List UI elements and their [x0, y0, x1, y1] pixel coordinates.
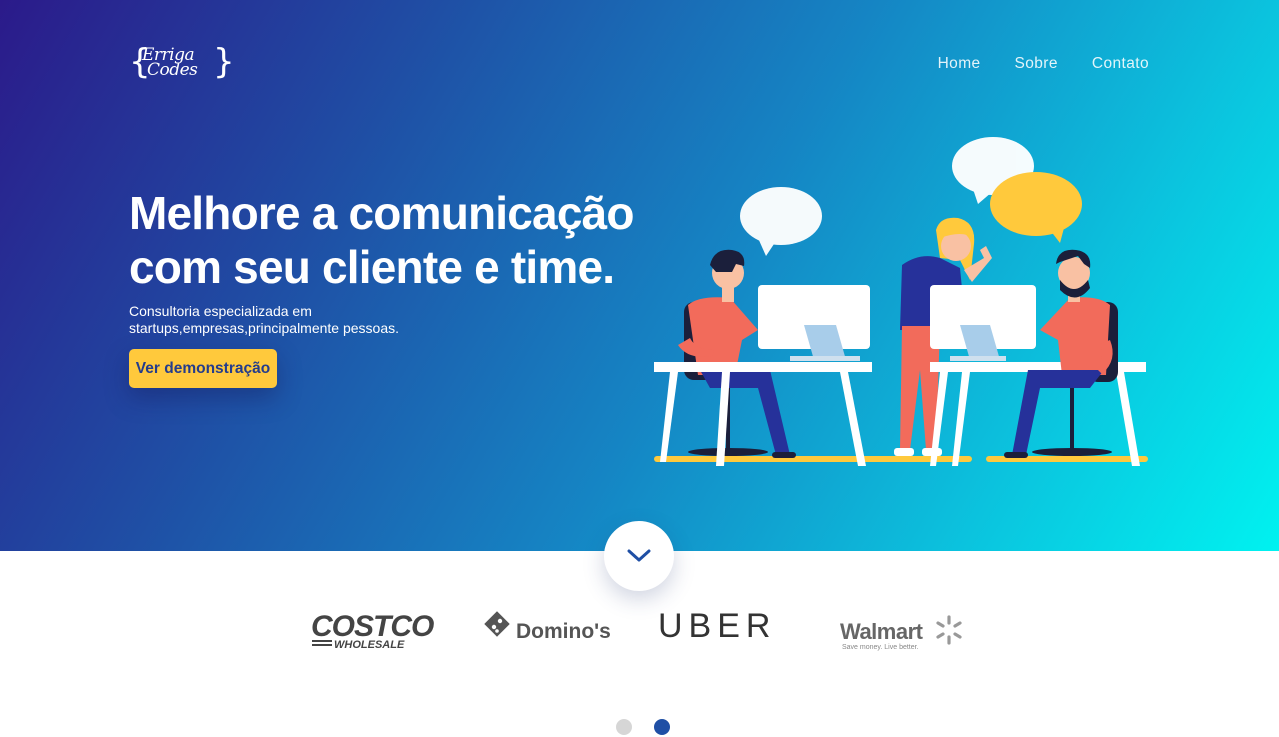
speech-bubble-left: [740, 187, 822, 256]
scroll-down-button[interactable]: [604, 521, 674, 591]
costco-logo: COSTCO WHOLESALE: [311, 610, 435, 651]
chevron-down-icon: [627, 549, 651, 562]
headline-line-2: com seu cliente e time.: [129, 241, 615, 293]
svg-text:WHOLESALE: WHOLESALE: [334, 639, 405, 651]
speech-bubble-yellow: [990, 172, 1082, 243]
walmart-spark-icon: [936, 615, 962, 645]
person-right: [1004, 249, 1118, 458]
hero-section: { Erriga Codes } Home Sobre Contato Melh…: [0, 0, 1279, 551]
svg-text:UBER: UBER: [658, 607, 776, 645]
floor-line-left: [654, 456, 972, 462]
carousel-dot-2[interactable]: [654, 719, 670, 735]
carousel-indicators: [616, 719, 670, 735]
nav-sobre[interactable]: Sobre: [1015, 55, 1058, 73]
logo-close-brace: }: [213, 42, 235, 82]
walmart-logo: Walmart Save money. Live better.: [840, 615, 962, 651]
logo-word-2: Codes: [147, 60, 198, 80]
svg-text:Save money. Live better.: Save money. Live better.: [842, 644, 919, 651]
svg-text:Walmart: Walmart: [840, 619, 924, 644]
headline-line-1: Melhore a comunicação: [129, 187, 635, 239]
person-left: [678, 249, 796, 458]
nav-contato[interactable]: Contato: [1092, 55, 1149, 73]
partner-logos: COSTCO WHOLESALE Domino's UBER Walmart S…: [0, 600, 1279, 660]
carousel-dot-1[interactable]: [616, 719, 632, 735]
main-nav: Home Sobre Contato: [938, 55, 1149, 73]
subtitle-line-1: Consultoria especializada em: [129, 303, 312, 319]
subtitle-line-2: startups,empresas,principalmente pessoas…: [129, 319, 400, 336]
hero-headline: Melhore a comunicação com seu cliente e …: [129, 186, 649, 294]
demo-button[interactable]: Ver demonstração: [129, 349, 277, 388]
hero-subtitle: Consultoria especializada em startups,em…: [129, 303, 449, 336]
team-illustration: [654, 137, 1148, 466]
dominos-logo: Domino's: [484, 611, 611, 643]
brand-logo[interactable]: { Erriga Codes }: [129, 44, 235, 82]
uber-logo: UBER: [658, 607, 776, 645]
svg-text:Domino's: Domino's: [516, 620, 611, 643]
nav-home[interactable]: Home: [938, 55, 981, 73]
